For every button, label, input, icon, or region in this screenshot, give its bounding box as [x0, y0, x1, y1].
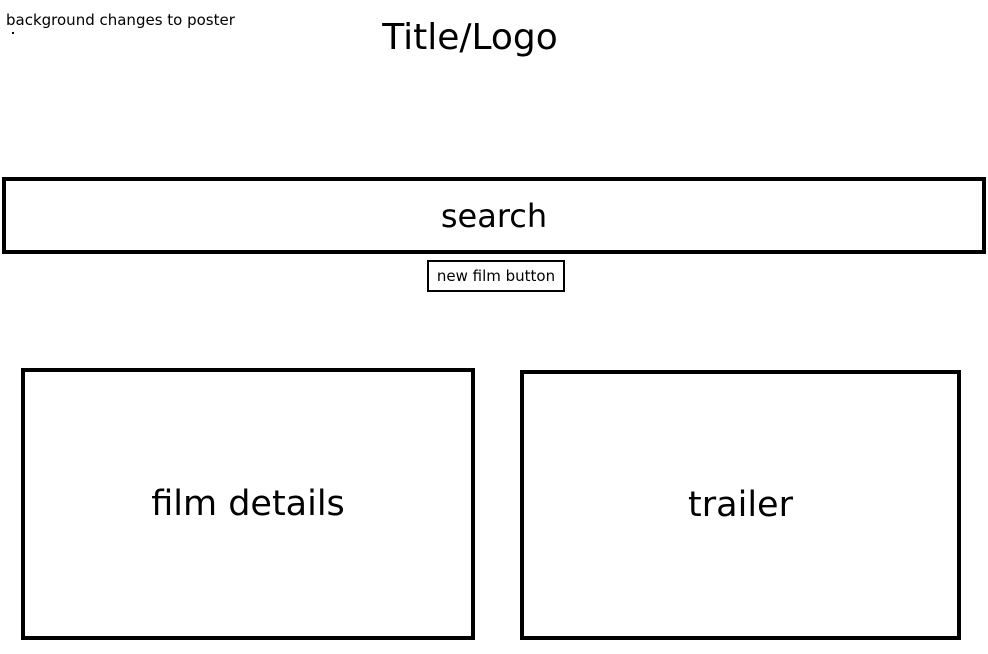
- trailer-panel[interactable]: trailer: [520, 370, 961, 640]
- page-title: Title/Logo: [382, 17, 558, 58]
- new-film-button-label: new film button: [436, 267, 556, 285]
- search-label: search: [440, 196, 548, 235]
- new-film-button[interactable]: new film button: [427, 260, 565, 292]
- film-details-label: film details: [151, 484, 345, 524]
- search-input[interactable]: search: [2, 177, 986, 254]
- trailer-label: trailer: [688, 485, 793, 525]
- film-details-panel: film details: [21, 368, 475, 640]
